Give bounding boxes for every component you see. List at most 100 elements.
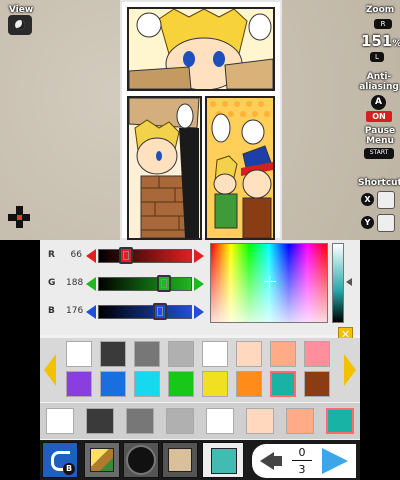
- recent-color-swatch[interactable]: [86, 408, 114, 434]
- image-layer-icon: [90, 448, 114, 472]
- picker-crosshair-icon[interactable]: [264, 276, 276, 288]
- view-icon[interactable]: [8, 15, 32, 35]
- palette-swatch[interactable]: [202, 371, 228, 397]
- dpad-icon: [8, 206, 30, 228]
- palette-swatch[interactable]: [134, 341, 160, 367]
- pause-menu-label-line2: Menu: [366, 136, 394, 146]
- palette-swatch[interactable]: [202, 341, 228, 367]
- green-increase-arrow[interactable]: [194, 277, 204, 291]
- red-decrease-arrow[interactable]: [86, 249, 96, 263]
- palette-swatch[interactable]: [66, 371, 92, 397]
- comic-panel-3: [205, 96, 275, 240]
- red-increase-arrow[interactable]: [194, 249, 204, 263]
- comic-art-3: [207, 98, 273, 238]
- palette-swatch[interactable]: [168, 371, 194, 397]
- recent-color-swatch[interactable]: [326, 408, 354, 434]
- zoom-value: 151%: [361, 32, 400, 50]
- zoom-label: Zoom: [365, 5, 395, 15]
- antialiasing-label-line2: aliasing: [359, 82, 399, 92]
- blue-slider[interactable]: B 176: [44, 299, 210, 325]
- current-color-swatch: [211, 448, 237, 474]
- recent-color-swatch[interactable]: [46, 408, 74, 434]
- comic-panel-2: [127, 96, 202, 240]
- blue-slider-thumb[interactable]: [153, 303, 168, 320]
- palette-swatch[interactable]: [304, 371, 330, 397]
- layer-current: 0: [298, 446, 306, 459]
- blue-slider-value: 176: [66, 306, 84, 316]
- palette-swatch[interactable]: [304, 341, 330, 367]
- x-button-icon: X: [361, 193, 374, 206]
- comic-art-2: [129, 98, 200, 238]
- recent-colors-panel: [40, 403, 360, 439]
- view-label: View: [8, 5, 34, 15]
- recent-color-swatch[interactable]: [126, 408, 154, 434]
- blue-increase-arrow[interactable]: [194, 305, 204, 319]
- brightness-bar[interactable]: [332, 243, 344, 323]
- green-slider-value: 188: [66, 278, 84, 288]
- ink-tool-button[interactable]: [123, 442, 159, 478]
- palette-swatch[interactable]: [270, 341, 296, 367]
- back-button[interactable]: B: [42, 442, 78, 478]
- palette-swatch[interactable]: [236, 371, 262, 397]
- shortcut-label: Shortcut: [358, 178, 400, 188]
- top-screen: View Zoom R 151 L Anti- aliasing A ON Pa…: [0, 0, 400, 240]
- green-slider-label: G: [48, 278, 56, 288]
- green-slider-thumb[interactable]: [157, 275, 172, 292]
- palette-swatch[interactable]: [100, 341, 126, 367]
- palette-prev-arrow[interactable]: [44, 354, 56, 386]
- green-slider-track[interactable]: [98, 277, 192, 291]
- red-slider[interactable]: R 66: [44, 243, 210, 269]
- bottom-screen: R 66 G 188 B 176 ✕ B 0 3: [40, 240, 360, 480]
- antialiasing-label-line1: Anti-: [366, 72, 392, 82]
- palette-swatch[interactable]: [66, 341, 92, 367]
- palette-swatch[interactable]: [270, 371, 296, 397]
- palette-panel: [40, 338, 360, 402]
- layer-total: 3: [298, 463, 306, 476]
- zoom-unit: %: [392, 39, 400, 49]
- palette-next-arrow[interactable]: [344, 354, 356, 386]
- palette-swatch[interactable]: [168, 341, 194, 367]
- shortcut-y[interactable]: Y: [361, 214, 397, 232]
- zoom-out-key[interactable]: L: [370, 52, 384, 62]
- layer-fraction-bar: [292, 460, 312, 461]
- palette-swatch[interactable]: [134, 371, 160, 397]
- image-layer-button[interactable]: [84, 442, 120, 478]
- eraser-icon: [377, 214, 395, 232]
- pause-menu-label-line1: Pause: [364, 126, 396, 136]
- b-button-icon: B: [63, 463, 75, 475]
- red-slider-track[interactable]: [98, 249, 192, 263]
- antialiasing-a-button[interactable]: A: [371, 95, 386, 110]
- bottom-toolbar: B 0 3: [40, 440, 360, 480]
- eyedropper-icon: [377, 191, 395, 209]
- shortcut-x[interactable]: X: [361, 191, 397, 209]
- tone-tool-button[interactable]: [162, 442, 198, 478]
- layer-prev-handle[interactable]: [272, 456, 282, 466]
- blue-slider-track[interactable]: [98, 305, 192, 319]
- palette-swatch[interactable]: [236, 341, 262, 367]
- comic-page[interactable]: [120, 0, 282, 240]
- current-color-button[interactable]: [202, 442, 244, 478]
- palette-swatch[interactable]: [100, 371, 126, 397]
- tone-star-icon: [168, 448, 192, 472]
- recent-color-swatch[interactable]: [206, 408, 234, 434]
- antialiasing-label: Anti- aliasing: [358, 72, 400, 92]
- brightness-arrow-icon[interactable]: [346, 278, 352, 286]
- red-slider-thumb[interactable]: [118, 247, 133, 264]
- zoom-out-key-label: L: [375, 53, 379, 61]
- zoom-in-key[interactable]: R: [374, 19, 392, 29]
- y-button-icon: Y: [361, 216, 374, 229]
- start-button[interactable]: START: [364, 148, 394, 159]
- comic-panel-1: [127, 7, 275, 91]
- layer-next-arrow[interactable]: [322, 448, 348, 474]
- red-slider-value: 66: [70, 250, 82, 260]
- green-slider[interactable]: G 188: [44, 271, 210, 297]
- hue-saturation-picker[interactable]: [210, 243, 328, 323]
- green-decrease-arrow[interactable]: [86, 277, 96, 291]
- recent-color-swatch[interactable]: [286, 408, 314, 434]
- comic-art-1: [129, 9, 273, 89]
- zoom-in-key-label: R: [380, 20, 386, 28]
- pause-menu-label: Pause Menu: [360, 126, 400, 146]
- recent-color-swatch[interactable]: [246, 408, 274, 434]
- blue-decrease-arrow[interactable]: [86, 305, 96, 319]
- recent-color-swatch[interactable]: [166, 408, 194, 434]
